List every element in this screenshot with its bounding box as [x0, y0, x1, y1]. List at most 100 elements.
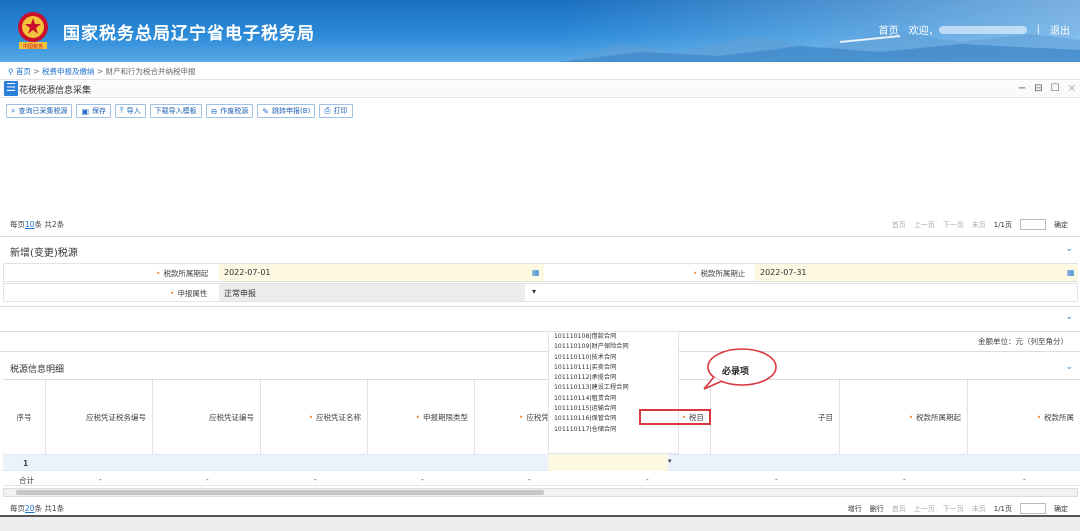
page-indicator: 1/1页 — [993, 220, 1012, 229]
last-page-link[interactable]: 末页 — [972, 220, 986, 230]
pager-bottom-nav: 增行 删行 首页 上一页 下一页 末页 1/1页 确定 — [848, 503, 1068, 514]
window-controls: − ⊟ ☐ × — [1018, 83, 1076, 94]
cell-dash: - — [775, 475, 778, 484]
menu-icon[interactable]: ☰ — [4, 81, 18, 96]
chevron-down-icon[interactable]: ▾ — [668, 457, 672, 465]
period-start-input[interactable]: 2022-07-01 — [219, 264, 544, 281]
import-button[interactable]: ⤒ 导入 — [115, 104, 146, 118]
column-header[interactable]: • 申报期限类型 — [368, 380, 475, 454]
breadcrumb-tax-declaration[interactable]: 税费申报及缴纳 — [42, 67, 95, 76]
required-highlight-box — [639, 409, 711, 425]
chevron-down-icon[interactable]: ▾ — [532, 287, 536, 296]
chevron-down-icon[interactable]: ⌄ — [1065, 362, 1073, 372]
first-page-link[interactable]: 首页 — [892, 220, 906, 230]
declare-attr-select[interactable]: 正常申报 — [219, 284, 525, 301]
print-button[interactable]: ⎙ 打印 — [319, 104, 353, 118]
breadcrumb-separator: > — [33, 67, 40, 76]
page-number-input[interactable] — [1020, 503, 1046, 514]
breadcrumb: ⚲ 首页 > 税费申报及缴纳 > 财产和行为税合并纳税申报 — [0, 62, 1080, 80]
restore-icon[interactable]: ⊟ — [1034, 83, 1042, 94]
column-header[interactable]: • 税款所属 — [968, 380, 1080, 454]
detail-heading: 税源信息明细 — [10, 365, 65, 375]
chevron-down-icon[interactable]: ⌄ — [1065, 312, 1073, 322]
callout-required-text: 必录项 — [722, 367, 750, 377]
delete-row-button[interactable]: 删行 — [870, 504, 884, 514]
save-button[interactable]: ▣ 保存 — [76, 104, 112, 118]
column-header[interactable]: • 税款所属期起 — [840, 380, 968, 454]
dropdown-option[interactable]: 101110110|技术合同 — [549, 353, 678, 363]
maximize-icon[interactable]: ☐ — [1051, 83, 1060, 94]
dropdown-option[interactable]: 101110108|借款合同 — [549, 332, 678, 342]
pager-top-info: 每页10条 共2条 — [10, 220, 65, 229]
breadcrumb-current: 财产和行为税合并纳税申报 — [105, 67, 196, 76]
tax-item-select[interactable] — [548, 454, 668, 471]
table-row[interactable]: 1 — [3, 454, 1080, 471]
prev-page-link[interactable]: 上一页 — [914, 504, 935, 514]
confirm-page-button[interactable]: 确定 — [1054, 220, 1068, 230]
next-page-link[interactable]: 下一页 — [943, 504, 964, 514]
tax-item-dropdown-list: 101110108|借款合同 101110109|财产保险合同 10111011… — [548, 331, 679, 454]
toolbar: ⌕ 查询已采集税源 ▣ 保存 ⤒ 导入 下载导入模板 ⊖ 作废税源 ✎ 跳转申报(B) ⎙… — [6, 104, 353, 118]
calendar-icon[interactable]: ▦ — [532, 268, 540, 277]
total-label: 合计 — [19, 476, 34, 485]
svg-text:中国税务: 中国税务 — [23, 43, 43, 50]
dropdown-option[interactable]: 101110114|租赁合同 — [549, 394, 678, 404]
save-icon: ▣ — [81, 106, 90, 116]
column-header[interactable]: 应税凭证税务编号 — [46, 380, 153, 454]
top-links: 首页 欢迎， | 退出 — [879, 22, 1070, 37]
void-source-button[interactable]: ⊖ 作废税源 — [205, 104, 254, 118]
cell-dash: - — [206, 475, 209, 484]
page-number-input[interactable] — [1020, 219, 1046, 230]
cell-dash: - — [99, 475, 102, 484]
cell-dash: - — [314, 475, 317, 484]
location-pin-icon: ⚲ — [8, 67, 14, 76]
form-row-period: • 税款所属期起 2022-07-01 ▦ • 税款所属期止 2022-07-31 … — [3, 263, 1078, 282]
page-size-link[interactable]: 20 — [25, 504, 35, 513]
query-sources-button[interactable]: ⌕ 查询已采集税源 — [6, 104, 73, 118]
dropdown-option[interactable]: 101110109|财产保险合同 — [549, 342, 678, 352]
minimize-icon[interactable]: − — [1018, 83, 1026, 94]
new-source-heading: 新增(变更)税源 — [10, 248, 78, 259]
column-header[interactable]: • 应税凭证名称 — [261, 380, 368, 454]
dropdown-option[interactable]: 101110117|仓储合同 — [549, 425, 678, 435]
calendar-icon[interactable]: ▦ — [1067, 268, 1075, 277]
next-page-link[interactable]: 下一页 — [943, 220, 964, 230]
site-header: 中国税务 国家税务总局辽宁省电子税务局 首页 欢迎， | 退出 — [0, 0, 1080, 62]
prev-page-link[interactable]: 上一页 — [914, 220, 935, 230]
page-indicator: 1/1页 — [993, 504, 1012, 513]
goto-declare-button[interactable]: ✎ 跳转申报(B) — [257, 104, 316, 118]
first-page-link[interactable]: 首页 — [892, 504, 906, 514]
cell-dash: - — [528, 475, 531, 484]
footer-bar — [0, 515, 1080, 531]
site-title: 国家税务总局辽宁省电子税务局 — [63, 24, 315, 44]
horizontal-scrollbar[interactable] — [3, 488, 1078, 497]
chevron-down-icon[interactable]: ⌄ — [1065, 244, 1073, 254]
period-start-label: • 税款所属期起 — [156, 269, 209, 278]
dropdown-option[interactable]: 101110113|建设工程合同 — [549, 383, 678, 393]
cell-dash: - — [903, 475, 906, 484]
download-template-button[interactable]: 下载导入模板 — [149, 104, 202, 118]
column-header[interactable]: 子目 — [711, 380, 840, 454]
breadcrumb-separator: > — [96, 67, 104, 76]
dropdown-option[interactable]: 101110112|承揽合同 — [549, 373, 678, 383]
dropdown-option[interactable]: 101110111|买卖合同 — [549, 363, 678, 373]
column-header[interactable]: 应税凭证编号 — [153, 380, 261, 454]
form-row-attribute: • 申报属性 正常申报 ▾ — [3, 283, 1078, 302]
page-size-link[interactable]: 10 — [25, 220, 35, 229]
row-index: 1 — [23, 459, 29, 468]
cell-dash: - — [646, 475, 649, 484]
edit-icon: ✎ — [262, 106, 269, 116]
dropdown-option[interactable] — [549, 435, 678, 445]
last-page-link[interactable]: 末页 — [972, 504, 986, 514]
cell-dash: - — [1023, 475, 1026, 484]
close-icon[interactable]: × — [1068, 83, 1076, 94]
declare-attr-label: • 申报属性 — [170, 289, 208, 298]
home-link[interactable]: 首页 — [879, 22, 899, 37]
scrollbar-thumb[interactable] — [16, 490, 544, 495]
breadcrumb-home[interactable]: 首页 — [16, 67, 31, 76]
add-row-button[interactable]: 增行 — [848, 504, 862, 514]
logout-link[interactable]: 退出 — [1050, 22, 1070, 37]
period-end-input[interactable]: 2022-07-31 — [755, 264, 1078, 281]
confirm-page-button[interactable]: 确定 — [1054, 504, 1068, 514]
column-header: 序号 — [3, 380, 46, 454]
